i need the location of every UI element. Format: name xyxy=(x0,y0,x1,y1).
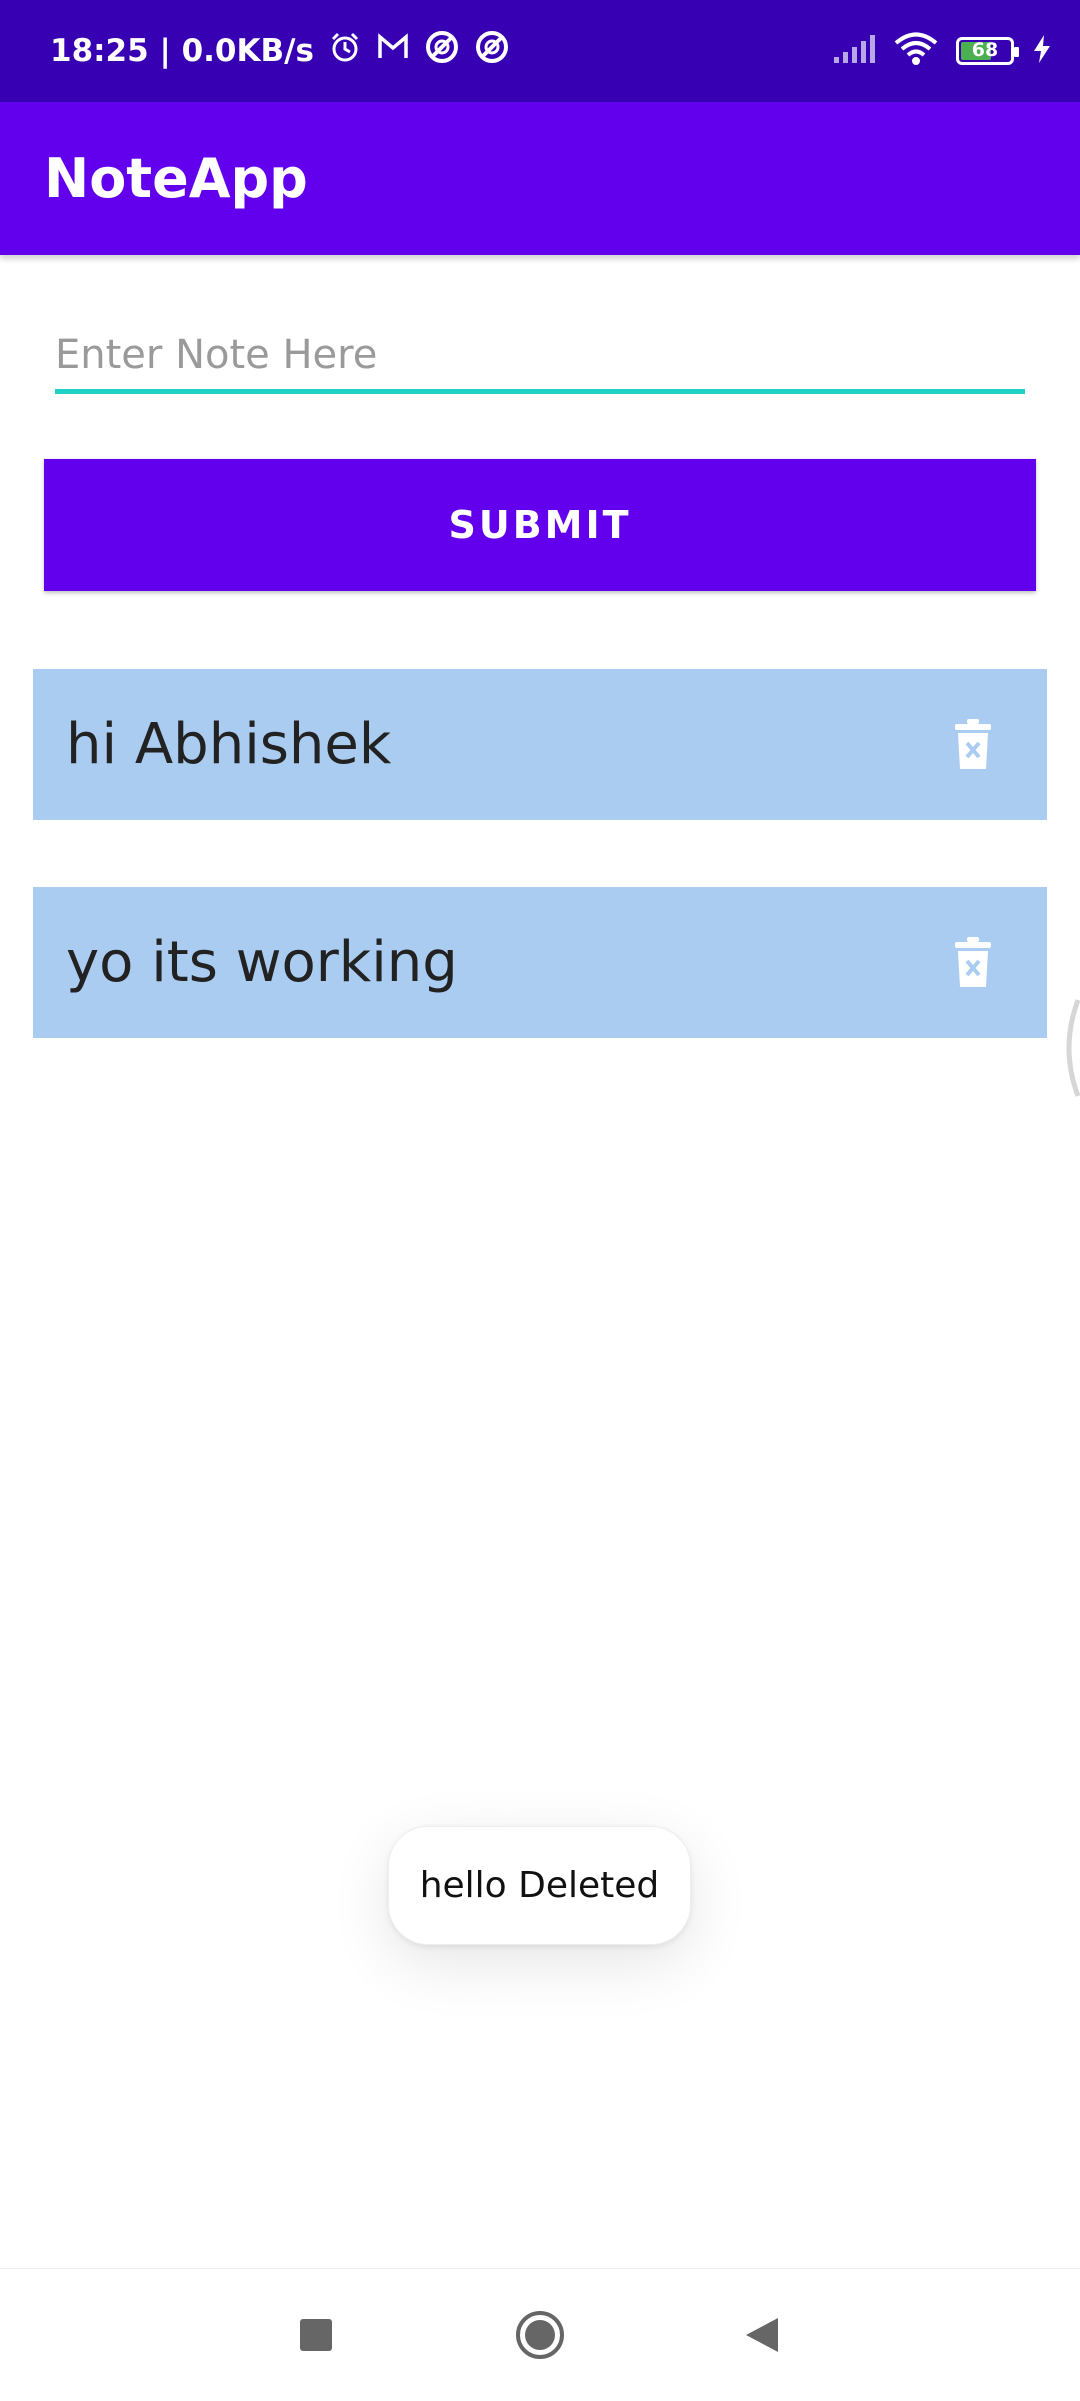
app-icon xyxy=(424,29,460,73)
delete-icon[interactable] xyxy=(955,937,991,989)
app-title: NoteApp xyxy=(44,147,308,210)
note-text: yo its working xyxy=(66,930,458,995)
battery-level: 68 xyxy=(971,39,999,61)
status-right: 68 xyxy=(832,0,1052,102)
battery-tip xyxy=(1014,47,1019,57)
back-icon[interactable] xyxy=(712,2269,812,2401)
edge-handle[interactable] xyxy=(1058,998,1080,1098)
note-item[interactable]: yo its working xyxy=(33,887,1047,1038)
gmail-icon xyxy=(376,32,410,70)
signal-icon xyxy=(832,33,876,70)
app-bar: NoteApp xyxy=(0,102,1080,255)
note-text: hi Abhishek xyxy=(66,712,392,777)
battery-icon: 68 xyxy=(956,37,1019,65)
nav-bar xyxy=(0,2268,1080,2401)
alarm-icon xyxy=(328,30,362,72)
note-item[interactable]: hi Abhishek xyxy=(33,669,1047,820)
charging-icon xyxy=(1032,34,1052,69)
status-time-speed: 18:25 | 0.0KB/s xyxy=(50,33,314,69)
home-icon[interactable] xyxy=(490,2269,590,2401)
note-input[interactable] xyxy=(55,320,1025,394)
status-left: 18:25 | 0.0KB/s xyxy=(50,0,510,102)
app-icon xyxy=(474,29,510,73)
recent-apps-icon[interactable] xyxy=(266,2269,366,2401)
wifi-icon xyxy=(894,32,938,71)
status-bar: 18:25 | 0.0KB/s 68 xyxy=(0,0,1080,102)
delete-icon[interactable] xyxy=(955,719,991,771)
submit-button[interactable]: SUBMIT xyxy=(44,459,1036,591)
toast-message: hello Deleted xyxy=(388,1826,691,1945)
